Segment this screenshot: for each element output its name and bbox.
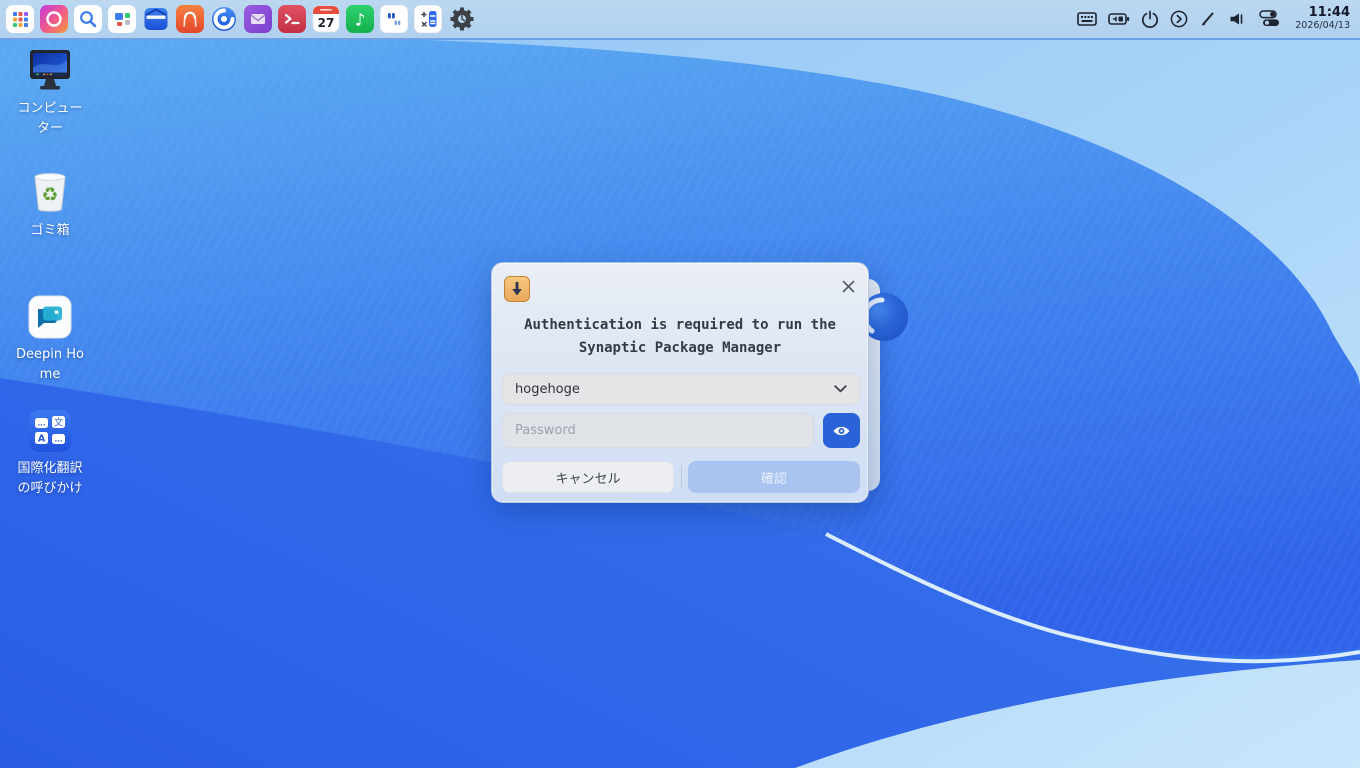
dock: 27 ♪ [0,5,476,33]
terminal-icon[interactable] [278,5,306,33]
show-password-button[interactable] [823,413,860,448]
calendar-icon[interactable]: 27 [312,5,340,33]
mail-icon[interactable] [244,5,272,33]
i18n-translation-icon: ... 文 A ... [29,410,71,452]
password-input[interactable] [502,413,814,448]
svg-text:文: 文 [54,417,63,429]
calculator-icon[interactable] [414,5,442,33]
grand-search-icon[interactable] [74,5,102,33]
desktop-icon-label: Deepin Home [16,347,84,383]
svg-text:27: 27 [318,16,335,30]
app-store-icon[interactable] [176,5,204,33]
user-dropdown-value: hogehoge [515,381,580,397]
music-icon[interactable]: ♪ [346,5,374,33]
dialog-title-line2: Synaptic Package Manager [578,340,782,357]
cancel-button[interactable]: キャンセル [502,461,674,493]
file-manager-icon[interactable] [142,5,170,33]
desktop-icon-label: ゴミ箱 [30,223,70,238]
svg-text:...: ... [38,420,46,428]
svg-text:...: ... [55,436,63,444]
desktop-icon-label: コンピューター [17,101,83,137]
button-divider [681,465,682,489]
dialog-title: Authentication is required to run the Sy… [492,314,868,360]
launcher-icon[interactable] [6,5,34,33]
desktop-icon-i18n-translation[interactable]: ... 文 A ... 国際化翻訳の呼びかけ [2,408,98,499]
desktop-icon-trash[interactable]: ♻ ゴミ箱 [2,168,98,241]
volume-icon[interactable] [1228,11,1247,27]
trash-icon: ♻ [34,173,66,212]
system-tray: 11:44 2026/04/13 [1077,5,1360,32]
confirm-button[interactable]: 確認 [688,461,860,493]
quick-settings-icon[interactable] [1258,10,1280,27]
synaptic-package-manager-icon [504,276,530,302]
close-icon[interactable] [837,275,859,297]
clock[interactable]: 11:44 2026/04/13 [1295,5,1350,32]
voice-notes-icon[interactable] [380,5,408,33]
chevron-down-icon [834,385,847,393]
desktop-icon-deepin-home[interactable]: Deepin Home [2,294,98,385]
desktop-screen: コンピューター ♻ ゴミ箱 Deepin Home ... 文 A ... 国際… [0,0,1360,768]
eye-icon [833,426,850,435]
svg-text:♪: ♪ [355,11,366,31]
svg-text:A: A [38,434,46,445]
clock-time: 11:44 [1308,5,1350,21]
svg-text:♻: ♻ [41,184,58,206]
clock-date: 2026/04/13 [1295,20,1350,31]
browser-icon[interactable] [210,5,238,33]
desktop-icon-computer[interactable]: コンピューター [2,48,98,139]
onscreen-keyboard-icon[interactable] [1077,11,1098,27]
screen-annotate-icon[interactable] [1199,10,1217,28]
computer-icon [30,50,70,90]
dialog-title-line1: Authentication is required to run the [524,317,836,333]
battery-icon[interactable] [1108,12,1130,26]
auth-dialog: Authentication is required to run the Sy… [491,262,869,503]
widgets-icon[interactable] [108,5,136,33]
user-dropdown[interactable]: hogehoge [502,373,860,405]
tray-expand-icon[interactable] [1170,10,1188,28]
taskbar: 27 ♪ 11:44 2026/04/13 [0,0,1360,40]
uos-ai-icon[interactable] [40,5,68,33]
control-center-icon[interactable] [448,5,476,33]
desktop-icon-label: 国際化翻訳の呼びかけ [17,461,83,497]
deepin-home-icon [28,295,72,339]
power-icon[interactable] [1141,10,1159,28]
